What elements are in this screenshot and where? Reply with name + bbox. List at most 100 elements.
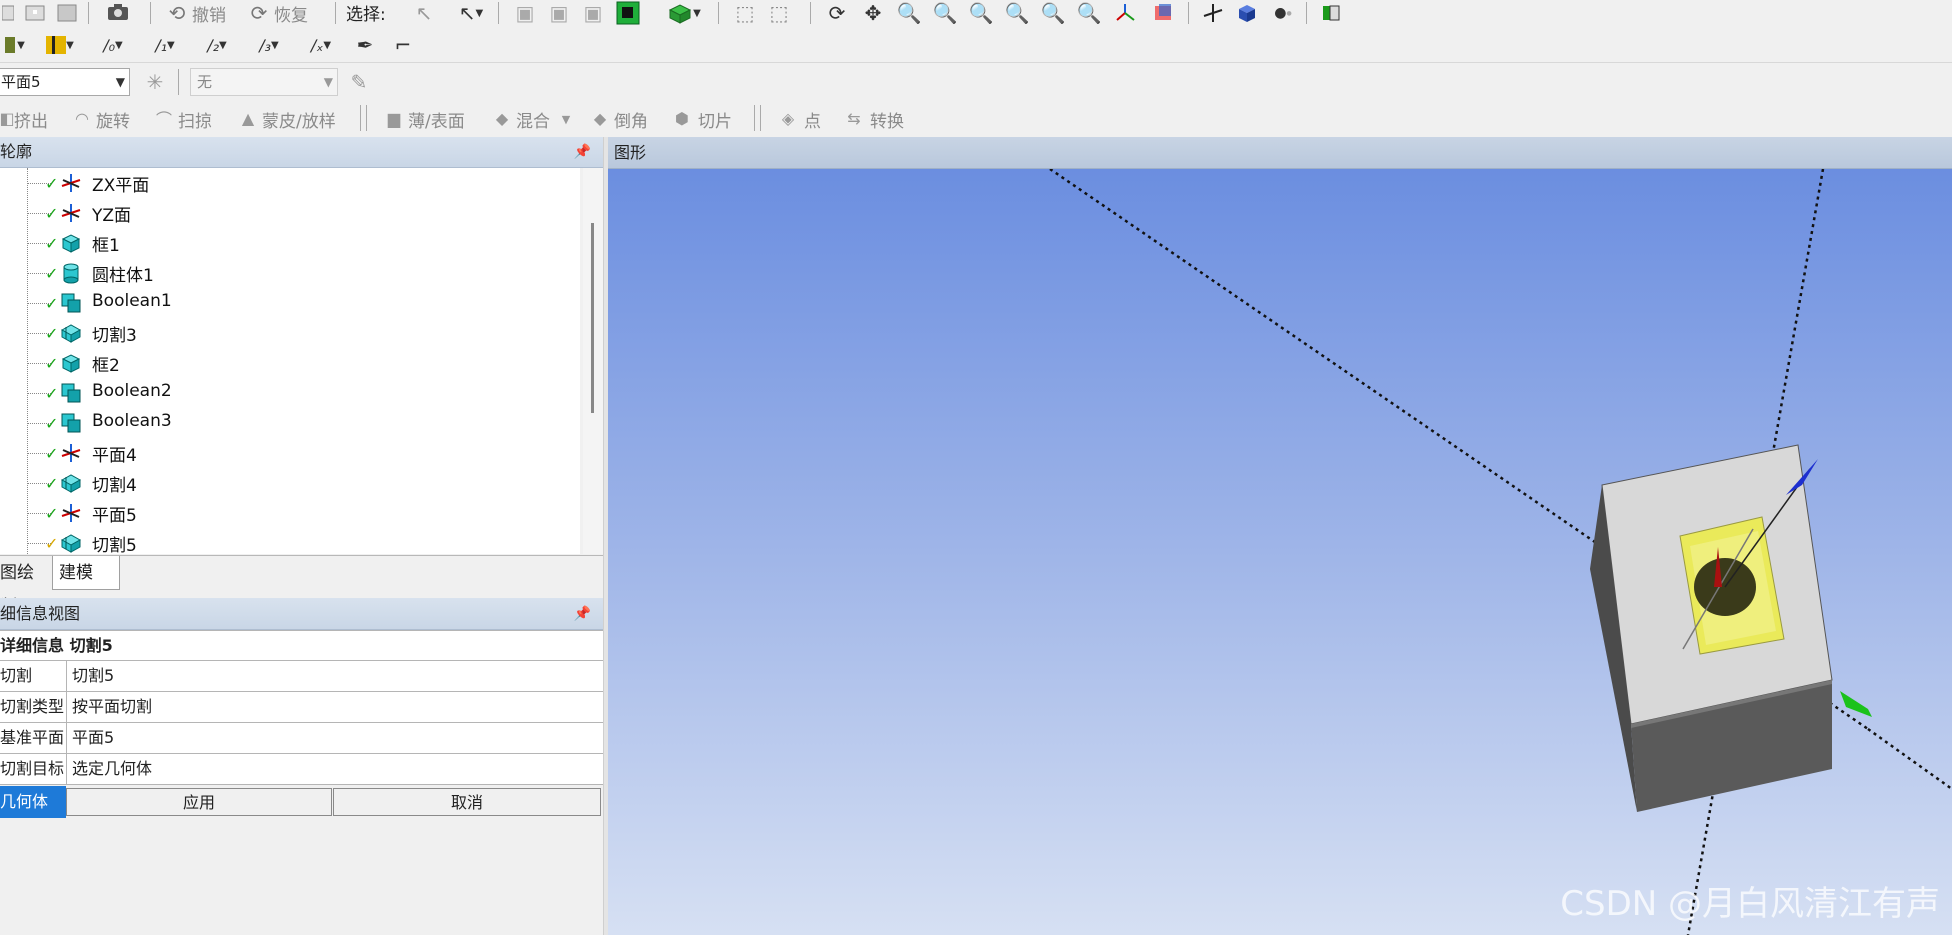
slice-button[interactable]: 切片 [698, 107, 732, 132]
display-axis-icon[interactable] [1200, 0, 1226, 26]
display-edge-icon[interactable] [1318, 0, 1344, 26]
dimension-x-icon[interactable]: ∕ₓ ▼ [300, 34, 342, 56]
new-icon[interactable] [0, 2, 16, 24]
details-row[interactable]: 切割类型 按平面切割 [0, 692, 603, 723]
zoom-icon[interactable]: 🔍 [896, 0, 922, 26]
watermark: CSDN @月白风清江有声 [1560, 884, 1940, 924]
blend-icon: ◆ [495, 108, 509, 128]
details-row[interactable]: 切割目标 选定几何体 [0, 754, 603, 785]
apply-button[interactable]: 应用 [66, 788, 332, 816]
tree-item[interactable]: ✓ 切割4 [0, 468, 560, 498]
check-icon: ✓ [45, 354, 59, 373]
details-key: 切割 [0, 661, 67, 691]
tree-item[interactable]: ✓ 切割3 [0, 318, 560, 348]
box-select-icon[interactable]: ⬚ [732, 1, 758, 25]
select-pointer-icon[interactable]: ↖ [412, 1, 436, 25]
zoom-prev-icon[interactable]: 🔍 [1076, 0, 1102, 26]
tree-item[interactable]: ✓ 框2 [0, 348, 560, 378]
tree-item[interactable]: ✓ 圆柱体1 [0, 258, 560, 288]
tree-item[interactable]: ✓ Boolean1 [0, 288, 560, 318]
point-button[interactable]: 点 [804, 107, 821, 132]
revolve-button[interactable]: 旋转 [96, 107, 130, 132]
select-vertex-icon[interactable]: ▣ [512, 1, 538, 25]
new-sketch-icon[interactable]: ✎ [346, 69, 372, 95]
zoom-next-icon[interactable]: 🔍 [1040, 0, 1066, 26]
check-icon: ✓ [45, 204, 59, 223]
select-edge-icon[interactable]: ▣ [546, 1, 572, 25]
sketch-angle-icon[interactable]: ⌐ [390, 33, 416, 57]
tree-item[interactable]: ✓ Boolean3 [0, 408, 560, 438]
extend-select-icon[interactable]: ▼ [664, 0, 704, 26]
check-icon: ✓ [45, 474, 59, 493]
geometry-row: 几何体 应用 取消 [0, 786, 603, 820]
details-value[interactable]: 切割5 [72, 661, 114, 691]
new-plane-icon[interactable]: ✳ [142, 69, 168, 95]
convert-button[interactable]: 转换 [870, 107, 904, 132]
sketch-select[interactable]: 无 ▼ [190, 68, 338, 96]
plane-icon [60, 202, 82, 224]
slice-icon [60, 532, 82, 554]
tree-item[interactable]: ✓ 平面4 [0, 438, 560, 468]
blend-button[interactable]: 混合 [516, 107, 550, 132]
tab-sketching[interactable]: 图绘制 [0, 556, 46, 617]
dimension-1-icon[interactable]: ∕₁ ▼ [144, 34, 186, 56]
details-key: 基准平面 [0, 723, 67, 753]
thin-surface-button[interactable]: 薄/表面 [408, 107, 465, 132]
main-toolbar: ⟲ 撤销 ⟳ 恢复 选择: ↖ ↖ ▼ ▣ ▣ ▣ ▼ ⬚ ⬚ ⟳ ✥ 🔍 🔍 🔍… [0, 0, 1952, 29]
open-icon[interactable] [24, 2, 46, 24]
skin-loft-icon: ▲ [241, 108, 255, 128]
pan-icon[interactable]: ✥ [860, 0, 886, 26]
graphics-viewport[interactable]: CSDN @月白风清江有声 [608, 169, 1952, 935]
dimension-0-icon[interactable]: ∕₀ ▼ [92, 34, 134, 56]
save-icon[interactable] [56, 2, 78, 24]
dimension-2-icon[interactable]: ∕₂ ▼ [196, 34, 238, 56]
scrollbar-thumb[interactable] [591, 223, 594, 413]
select-face-icon[interactable]: ▣ [580, 1, 606, 25]
dimension-3-icon[interactable]: ∕₃ ▼ [248, 34, 290, 56]
display-plane-icon[interactable] [1150, 0, 1176, 26]
check-icon: ✓ [45, 414, 59, 433]
tree-item[interactable]: ✓ Boolean2 [0, 378, 560, 408]
sweep-button[interactable]: 扫掠 [178, 107, 212, 132]
tree-item-label: 圆柱体1 [92, 266, 154, 286]
pin-icon[interactable]: 📌 [574, 598, 591, 630]
box-select-alt-icon[interactable]: ⬚ [766, 1, 792, 25]
pin-icon[interactable]: 📌 [574, 137, 591, 167]
zoom-box-icon[interactable]: 🔍 [968, 0, 994, 26]
details-row[interactable]: 切割 切割5 [0, 661, 603, 692]
geometry-label[interactable]: 几何体 [0, 786, 66, 818]
camera-icon[interactable] [104, 0, 132, 24]
details-value[interactable]: 平面5 [72, 723, 114, 753]
tree-item[interactable]: ✓ ZX平面 [0, 168, 560, 198]
details-value[interactable]: 按平面切割 [72, 692, 152, 722]
zoom-fit-icon[interactable]: 🔍 [1004, 0, 1030, 26]
blend-chevron-down-icon[interactable]: ▼ [558, 109, 574, 129]
slice-icon [60, 472, 82, 494]
display-point-icon[interactable]: ● ● [1268, 0, 1298, 26]
select-mode-icon[interactable]: ↖ ▼ [454, 1, 488, 25]
zoom-in-icon[interactable]: 🔍 [932, 0, 958, 26]
pin-tool-icon[interactable]: ✒ [352, 33, 378, 57]
tree-item[interactable]: ✓ 切割5 [0, 528, 560, 554]
slice-icon: ⬢ [675, 108, 689, 128]
isometric-view-icon[interactable] [1112, 0, 1138, 26]
plane-select[interactable]: 平面5 ▼ [0, 68, 130, 96]
redo-button[interactable]: 恢复 [274, 1, 308, 26]
undo-button[interactable]: 撤销 [192, 1, 226, 26]
display-model-icon[interactable] [1234, 0, 1260, 26]
details-value[interactable]: 选定几何体 [72, 754, 152, 784]
extrude-button[interactable]: 挤出 [14, 107, 48, 132]
tab-modeling[interactable]: 建模 [52, 556, 120, 590]
tree-item[interactable]: ✓ YZ面 [0, 198, 560, 228]
cancel-button[interactable]: 取消 [333, 788, 601, 816]
outline-scrollbar[interactable] [583, 168, 603, 554]
highlight-color-icon[interactable]: ▼ [38, 34, 82, 56]
color-fill-icon[interactable]: ▼ [0, 34, 30, 56]
tree-item[interactable]: ✓ 框1 [0, 228, 560, 258]
tree-item[interactable]: ✓ 平面5 [0, 498, 560, 528]
skin-loft-button[interactable]: 蒙皮/放样 [262, 107, 336, 132]
chamfer-button[interactable]: 倒角 [614, 107, 648, 132]
rotate-icon[interactable]: ⟳ [824, 0, 850, 26]
details-row[interactable]: 基准平面 平面5 [0, 723, 603, 754]
select-body-icon[interactable] [614, 0, 642, 26]
